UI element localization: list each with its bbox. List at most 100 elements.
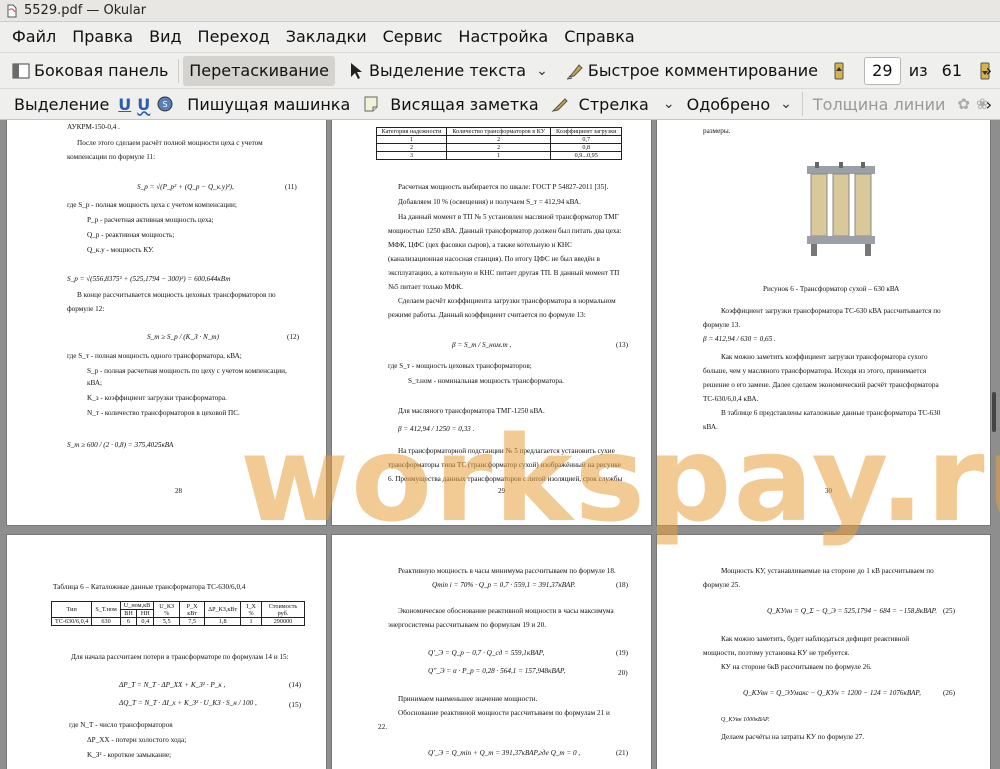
color-picker-icon[interactable]: ✿ [957, 95, 970, 113]
menu-edit[interactable]: Правка [64, 22, 141, 52]
sticky-note-button[interactable]: Висящая заметка [356, 89, 544, 119]
page-text: 6. Преимущества данных трансформаторов с… [388, 475, 623, 483]
page-text: Экономическое обоснование реактивной мощ… [398, 607, 614, 615]
approved-stamp-button[interactable]: Одобрено ⌄ [681, 89, 798, 119]
chevron-down-icon[interactable]: ⌄ [663, 96, 675, 112]
typewriter-label: Пишущая машинка [187, 94, 351, 114]
page-text: Q_к.у - мощность КУ. [87, 246, 154, 254]
formula-number: (11) [285, 183, 297, 191]
table-cell: 0,7 [550, 135, 622, 144]
document-page-30: размеры. Рисунок 6 - Трансформатор сухой… [656, 120, 991, 526]
note-icon [364, 96, 378, 112]
formula: Q''_Э = α · P_р = 0,28 · 564,1 = 157,948… [428, 667, 566, 675]
page-text: В таблице 6 представлены каталожные данн… [721, 409, 941, 417]
table-cell: 1 [446, 151, 552, 160]
page-text: формуле 13. [703, 321, 741, 329]
table-row: Категория надежности Количество трансфор… [375, 127, 622, 136]
page-text: АУКРМ-150-0,4 . [67, 123, 120, 131]
page-text: S_т.ном - номинальная мощность трансформ… [408, 377, 564, 385]
menu-bar: Файл Правка Вид Переход Закладки Сервис … [0, 22, 1000, 52]
table-cell: 2 [375, 143, 448, 152]
page-text: МФК, ЦФС (цех фасовки сыров), а также ко… [388, 241, 572, 249]
table-cell: 6 [119, 617, 138, 626]
menu-view[interactable]: Вид [141, 22, 189, 52]
okular-app-icon [7, 4, 17, 17]
page-text: P_р - расчетная активная мощность цеха; [87, 216, 214, 224]
page-text: энергосистемы рассчитываем по формулам 1… [388, 621, 546, 629]
vertical-scrollbar[interactable] [991, 120, 998, 769]
toolbar-overflow-icon[interactable]: › [986, 61, 992, 80]
formula: Q_КУвн 1000кВАР. [721, 717, 770, 723]
menu-tools[interactable]: Сервис [375, 22, 451, 52]
underline-button[interactable]: U [115, 89, 134, 119]
page-text: компенсации по формуле 11: [67, 153, 156, 161]
table-cell: 7,5 [179, 617, 206, 626]
window-title: 5529.pdf — Okular [24, 3, 147, 18]
drag-mode-button[interactable]: Перетаскивание [183, 55, 335, 86]
formula-number: (26) [943, 689, 955, 697]
table-header-cell: Тип [50, 601, 93, 618]
formula: β = 412,94 / 630 = 0,65 . [703, 335, 776, 343]
page-text: где S_т - полная мощность одного трансфо… [67, 352, 242, 360]
scrollbar-thumb[interactable] [992, 392, 996, 432]
page-text: где S_р - полная мощность цеха с учетом … [67, 201, 237, 209]
arrow-tool-button[interactable]: Стрелка ⌄ [545, 89, 681, 119]
menu-file[interactable]: Файл [4, 22, 64, 52]
formula: S_т ≥ S_р / (K_З · N_т) [147, 333, 219, 341]
prev-page-button[interactable] [828, 56, 854, 86]
typewriter-button[interactable]: Пишущая машинка [181, 89, 356, 119]
formula: Q_КУвн = Q_ЭУмакс − Q_КУн = 1200 − 124 =… [743, 689, 921, 697]
page-text: формуле 25. [703, 581, 741, 589]
table-header-cell: Категория надежности [375, 127, 448, 136]
page-number: 28 [175, 487, 182, 495]
page-text: S_р - полная расчетная мощность по цеху … [87, 367, 287, 375]
drag-mode-label: Перетаскивание [189, 61, 329, 80]
selection-tool-button[interactable]: Выделение [8, 89, 115, 119]
table-cell: 2 [446, 143, 552, 152]
page-text: На трансформаторной подстанции № 5 предл… [398, 447, 615, 455]
formula: Q_КУнн = Q_Σ − Q_Э = 525,1794 − 684 = −1… [767, 607, 938, 615]
quick-comment-button[interactable]: Быстрое комментирование [560, 56, 824, 86]
page-text: решение о его замене. Далее сделаем экон… [703, 381, 939, 389]
toolbar-separator [178, 58, 180, 83]
table-row: 3 1 0,9...0,95 [375, 151, 622, 160]
page-text: Как можно заметить коэффициент загрузки … [721, 353, 928, 361]
toolbar-overflow-icon[interactable]: › [986, 95, 992, 114]
page-text: На данный момент в ТП № 5 установлен мас… [398, 213, 619, 221]
squiggly-underline-icon: U [137, 94, 151, 114]
chevron-down-icon[interactable]: ⌄ [536, 63, 548, 79]
line-width-button[interactable]: Толщина линии [807, 89, 952, 119]
formula: Qmin i = 70% · Q_р = 0,7 · 559,1 = 391,3… [432, 581, 576, 589]
table-header-cell: НН [136, 609, 155, 618]
sidebar-label: Боковая панель [34, 61, 169, 80]
chevron-down-icon[interactable]: ⌄ [780, 96, 792, 112]
document-page-29: Категория надежности Количество трансфор… [331, 120, 652, 526]
page-text: Делаем расчёты на затраты КУ по формуле … [721, 733, 865, 741]
sidebar-button[interactable]: Боковая панель [6, 56, 174, 86]
page-number-input[interactable]: 29 [863, 56, 901, 85]
page-text: №5 питает только МФК. [388, 283, 463, 291]
stamp-button[interactable]: S [153, 89, 181, 119]
document-viewport[interactable]: АУКРМ-150-0,4 . После этого сделаем расч… [0, 120, 1000, 769]
table-cell: 1,8 [204, 617, 242, 626]
page-text: кВА; [87, 379, 103, 387]
menu-settings[interactable]: Настройка [450, 22, 556, 52]
page-text: трансформаторы типа ТС (трансформатор су… [388, 461, 621, 469]
menu-bookmarks[interactable]: Закладки [278, 22, 375, 52]
table-cell: 630 [91, 617, 121, 626]
page-text: Сделаем расчёт коэффициента загрузки тра… [398, 297, 616, 305]
page-text: режиме работы. Данный коэффициент считае… [388, 311, 586, 319]
formula: Q'_Э = Q_min + Q_т = 391,37кВАР,где Q_т … [428, 749, 581, 757]
page-total-label: 61 [941, 61, 962, 80]
table-header-cell: P_Х кВт [179, 601, 206, 618]
squiggly-button[interactable]: U [134, 89, 153, 119]
text-select-button[interactable]: Выделение текста ⌄ [341, 56, 554, 86]
table-header-cell: Коэффициент загрузки [550, 127, 622, 136]
page-number: 30 [825, 487, 832, 495]
menu-help[interactable]: Справка [556, 22, 643, 52]
page-text: Реактивную мощность в часы минимума расс… [398, 567, 616, 575]
reliability-table: Категория надежности Количество трансфор… [375, 127, 622, 160]
page-text: Мощность КУ, устанавливаемые на стороне … [721, 567, 934, 575]
menu-go[interactable]: Переход [190, 22, 278, 52]
page-text: (канализационная насосная станция). По и… [388, 255, 600, 263]
